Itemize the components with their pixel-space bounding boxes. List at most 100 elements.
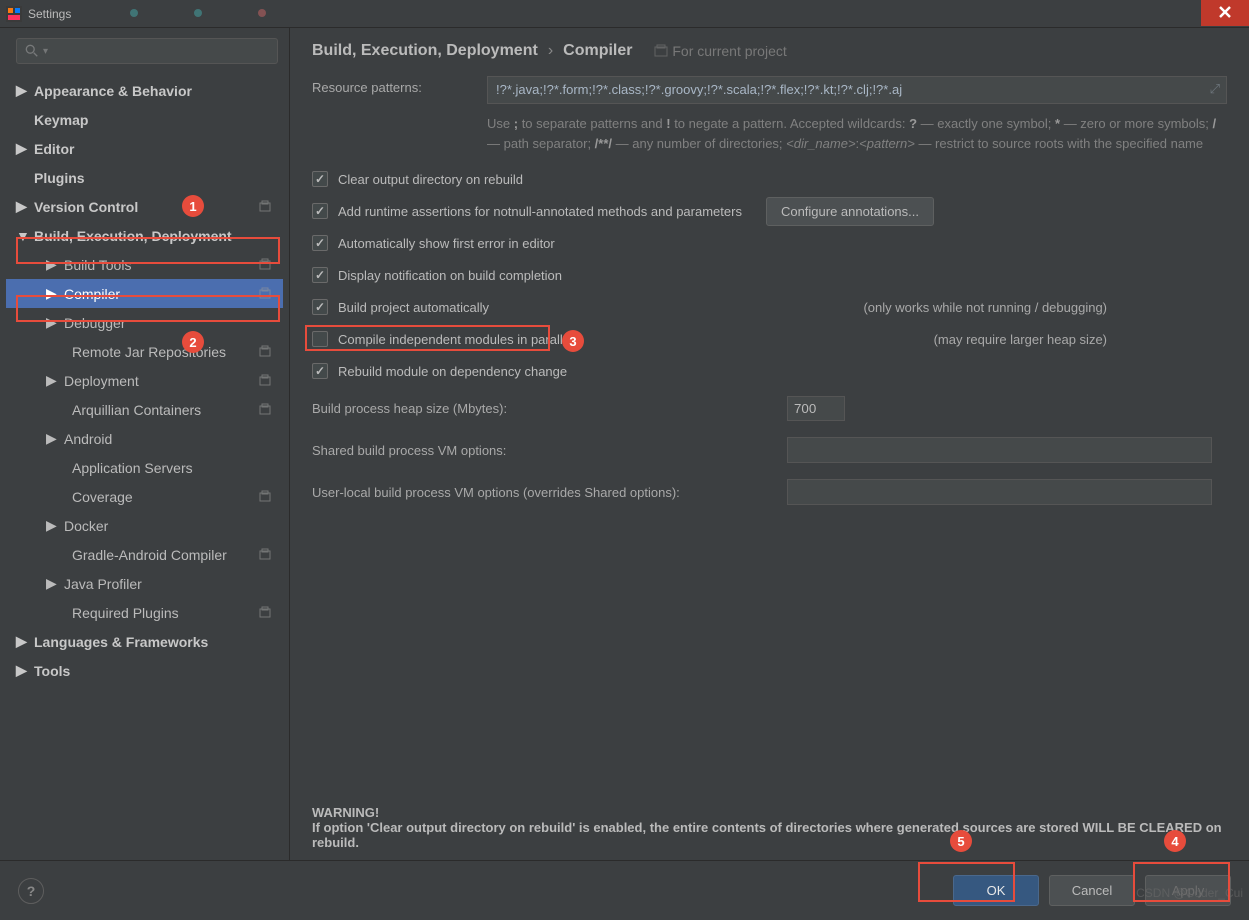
sidebar-item-label: Editor xyxy=(34,141,74,157)
search-input[interactable]: ▾ xyxy=(16,38,278,64)
breadcrumb-a: Build, Execution, Deployment xyxy=(312,42,538,60)
checkbox-parallel[interactable] xyxy=(312,331,328,347)
warning-title: WARNING! xyxy=(312,805,1227,820)
breadcrumb-b: Compiler xyxy=(563,42,632,60)
checkbox-notify[interactable] xyxy=(312,267,328,283)
checkbox-auto-build[interactable] xyxy=(312,299,328,315)
sidebar-item-application-servers[interactable]: Application Servers xyxy=(6,453,283,482)
label-auto-build: Build project automatically xyxy=(338,300,489,315)
project-scope-icon xyxy=(259,257,271,273)
ok-button[interactable]: OK xyxy=(953,875,1039,906)
arrow-icon: ▼ xyxy=(16,228,28,244)
sidebar-item-label: Android xyxy=(64,431,112,447)
sidebar-item-coverage[interactable]: Coverage xyxy=(6,482,283,511)
arrow-icon: ▶ xyxy=(46,517,58,534)
sidebar-item-deployment[interactable]: ▶Deployment xyxy=(6,366,283,395)
arrow-icon: ▶ xyxy=(46,575,58,592)
warning-body: If option 'Clear output directory on reb… xyxy=(312,820,1227,850)
scope-label: For current project xyxy=(654,43,786,59)
sidebar-item-tools[interactable]: ▶ Tools xyxy=(6,656,283,685)
sidebar-item-label: Keymap xyxy=(34,112,88,128)
sidebar-item-arquillian-containers[interactable]: Arquillian Containers xyxy=(6,395,283,424)
label-rebuild-dep: Rebuild module on dependency change xyxy=(338,364,567,379)
project-scope-icon xyxy=(259,402,271,418)
background-tabs xyxy=(130,6,272,20)
project-scope-icon xyxy=(259,547,271,563)
shared-vm-label: Shared build process VM options: xyxy=(312,443,787,458)
hint-auto-build: (only works while not running / debuggin… xyxy=(863,300,1227,315)
sidebar-item-build-tools[interactable]: ▶ Build Tools xyxy=(6,250,283,279)
arrow-icon: ▶ xyxy=(46,285,58,302)
sidebar-item-label: Build Tools xyxy=(64,257,131,273)
sidebar-item-label: Coverage xyxy=(72,489,133,505)
sidebar-item-label: Docker xyxy=(64,518,108,534)
settings-tree: ▶ Appearance & Behavior Keymap ▶ Editor Plugi… xyxy=(6,76,283,685)
heap-input[interactable] xyxy=(787,396,845,421)
sidebar-item-editor[interactable]: ▶ Editor xyxy=(6,134,283,163)
project-scope-icon xyxy=(259,344,271,360)
project-scope-icon xyxy=(259,199,271,215)
expand-icon[interactable]: ⤢ xyxy=(1210,81,1220,97)
sidebar-item-label: Arquillian Containers xyxy=(72,402,201,418)
checkbox-clear-output[interactable] xyxy=(312,171,328,187)
sidebar-item-keymap[interactable]: Keymap xyxy=(6,105,283,134)
sidebar-item-label: Languages & Frameworks xyxy=(34,634,208,650)
titlebar: Settings xyxy=(0,0,1249,28)
sidebar-item-label: Version Control xyxy=(34,199,138,215)
label-clear-output: Clear output directory on rebuild xyxy=(338,172,523,187)
arrow-icon: ▶ xyxy=(16,198,28,215)
sidebar-item-label: Appearance & Behavior xyxy=(34,83,192,99)
watermark: CSDN @Coder_Cui xyxy=(1136,886,1243,900)
arrow-icon: ▶ xyxy=(46,256,58,273)
checkbox-notnull[interactable] xyxy=(312,203,328,219)
sidebar-item-appearance-behavior[interactable]: ▶ Appearance & Behavior xyxy=(6,76,283,105)
hint-parallel: (may require larger heap size) xyxy=(934,332,1227,347)
sidebar-item-label: Gradle-Android Compiler xyxy=(72,547,227,563)
heap-label: Build process heap size (Mbytes): xyxy=(312,401,787,416)
footer: ? OK Cancel Apply xyxy=(0,860,1249,920)
close-button[interactable] xyxy=(1201,0,1249,26)
arrow-icon: ▶ xyxy=(16,82,28,99)
user-vm-label: User-local build process VM options (ove… xyxy=(312,485,787,500)
resource-patterns-label: Resource patterns: xyxy=(312,76,487,95)
label-notnull: Add runtime assertions for notnull-annot… xyxy=(338,204,742,219)
sidebar-item-languages-frameworks[interactable]: ▶Languages & Frameworks xyxy=(6,627,283,656)
shared-vm-input[interactable] xyxy=(787,437,1212,463)
checkbox-rebuild-dep[interactable] xyxy=(312,363,328,379)
arrow-icon: ▶ xyxy=(46,430,58,447)
sidebar-item-compiler[interactable]: ▶Compiler xyxy=(6,279,283,308)
sidebar-item-remote-jar-repositories[interactable]: Remote Jar Repositories xyxy=(6,337,283,366)
checkbox-first-error[interactable] xyxy=(312,235,328,251)
warning-block: WARNING! If option 'Clear output directo… xyxy=(312,785,1227,850)
sidebar-item-java-profiler[interactable]: ▶ Java Profiler xyxy=(6,569,283,598)
sidebar: ▾ ▶ Appearance & Behavior Keymap ▶ Editor Plu… xyxy=(0,28,290,860)
sidebar-item-label: Required Plugins xyxy=(72,605,179,621)
sidebar-item-label: Tools xyxy=(34,663,70,679)
sidebar-item-label: Java Profiler xyxy=(64,576,142,592)
sidebar-item-debugger[interactable]: ▶Debugger xyxy=(6,308,283,337)
project-scope-icon xyxy=(259,286,271,302)
label-parallel: Compile independent modules in parallel xyxy=(338,332,573,347)
label-notify: Display notification on build completion xyxy=(338,268,562,283)
sidebar-item-docker[interactable]: ▶ Docker xyxy=(6,511,283,540)
sidebar-item-build-execution-deployment[interactable]: ▼Build, Execution, Deployment xyxy=(6,221,283,250)
cancel-button[interactable]: Cancel xyxy=(1049,875,1135,906)
help-button[interactable]: ? xyxy=(18,878,44,904)
resource-patterns-input[interactable]: !?*.java;!?*.form;!?*.class;!?*.groovy;!… xyxy=(487,76,1227,104)
sidebar-item-label: Application Servers xyxy=(72,460,193,476)
arrow-icon: ▶ xyxy=(16,140,28,157)
sidebar-item-required-plugins[interactable]: Required Plugins xyxy=(6,598,283,627)
user-vm-input[interactable] xyxy=(787,479,1212,505)
sidebar-item-gradle-android-compiler[interactable]: Gradle-Android Compiler xyxy=(6,540,283,569)
sidebar-item-plugins[interactable]: Plugins xyxy=(6,163,283,192)
sidebar-item-version-control[interactable]: ▶ Version Control xyxy=(6,192,283,221)
content-panel: Build, Execution, Deployment › Compiler … xyxy=(290,28,1249,860)
project-scope-icon xyxy=(259,373,271,389)
window-title: Settings xyxy=(28,7,71,21)
configure-annotations-button[interactable]: Configure annotations... xyxy=(766,197,934,226)
arrow-icon: ▶ xyxy=(16,662,28,679)
resource-hint: Use ; to separate patterns and ! to nega… xyxy=(487,114,1227,153)
sidebar-item-android[interactable]: ▶ Android xyxy=(6,424,283,453)
breadcrumb-separator: › xyxy=(548,42,553,60)
sidebar-item-label: Remote Jar Repositories xyxy=(72,344,226,360)
